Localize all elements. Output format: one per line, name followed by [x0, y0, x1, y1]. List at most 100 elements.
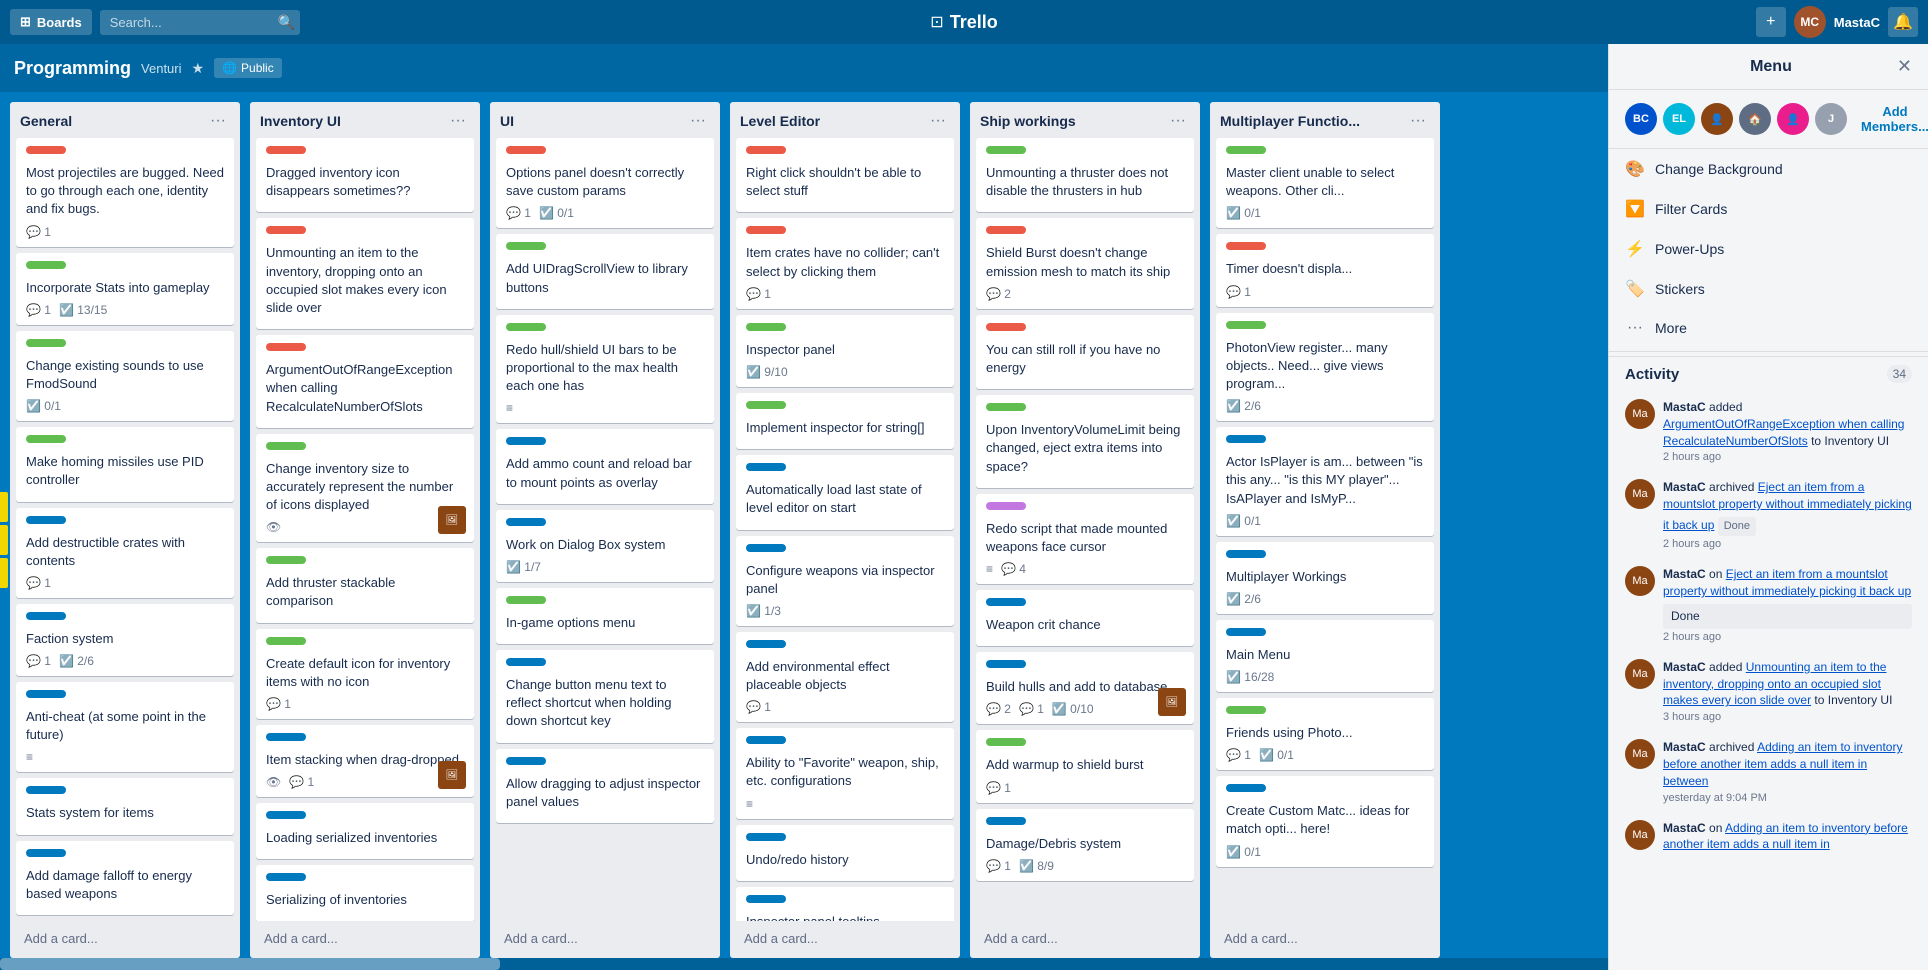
card[interactable]: Allow dragging to adjust inspector panel… — [496, 749, 714, 823]
menu-item-more[interactable]: ···More — [1609, 309, 1928, 347]
menu-item-power-ups[interactable]: ⚡Power-Ups — [1609, 229, 1928, 269]
card[interactable]: Weapon crit chance — [976, 590, 1194, 646]
activity-link[interactable]: ArgumentOutOfRangeException when calling… — [1663, 417, 1904, 448]
menu-item-change-background[interactable]: 🎨Change Background — [1609, 149, 1928, 189]
card[interactable]: Change inventory size to accurately repr… — [256, 434, 474, 543]
card[interactable]: Dragged inventory icon disappears someti… — [256, 138, 474, 212]
list-menu-button[interactable]: ··· — [926, 110, 950, 132]
add-card-button[interactable]: Add a card... — [738, 927, 952, 950]
card[interactable]: Damage/Debris system💬 1☑️ 8/9 — [976, 809, 1194, 881]
card[interactable]: Implement inspector for string[] — [736, 393, 954, 449]
card[interactable]: Work on Dialog Box system☑️ 1/7 — [496, 510, 714, 582]
member-avatar[interactable]: 🏠 — [1739, 103, 1771, 135]
card-meta: 💬 1 — [746, 287, 944, 301]
card[interactable]: Add damage falloff to energy based weapo… — [16, 841, 234, 915]
card-meta-item: ≡ — [26, 750, 33, 764]
card-text: Item stacking when drag-dropped — [266, 751, 464, 769]
card[interactable]: Anti-cheat (at some point in the future)… — [16, 682, 234, 772]
card[interactable]: Options panel doesn't correctly save cus… — [496, 138, 714, 228]
card[interactable]: Add destructible crates with contents💬 1 — [16, 508, 234, 598]
notifications-button[interactable]: 🔔 — [1888, 7, 1918, 37]
list-menu-button[interactable]: ··· — [206, 110, 230, 132]
card[interactable]: Most projectiles are bugged. Need to go … — [16, 138, 234, 247]
card[interactable]: You can still roll if you have no energy — [976, 315, 1194, 389]
card[interactable]: Change button menu text to reflect short… — [496, 650, 714, 743]
card[interactable]: Shield Burst doesn't change emission mes… — [976, 218, 1194, 308]
card[interactable]: ArgumentOutOfRangeException when calling… — [256, 335, 474, 428]
card[interactable]: Ability to "Favorite" weapon, ship, etc.… — [736, 728, 954, 818]
card[interactable]: Loading serialized inventories — [256, 803, 474, 859]
list-menu-button[interactable]: ··· — [686, 110, 710, 132]
card-meta: ☑️ 2/6 — [1226, 592, 1424, 606]
member-avatar[interactable]: J — [1815, 103, 1847, 135]
search-input[interactable] — [100, 10, 300, 35]
card[interactable]: Add thruster stackable comparison — [256, 548, 474, 622]
card[interactable]: Unmounting an item to the inventory, dro… — [256, 218, 474, 329]
card[interactable]: Add environmental effect placeable objec… — [736, 632, 954, 722]
done-badge: Done — [1718, 517, 1756, 536]
boards-button[interactable]: ⊞ Boards — [10, 9, 92, 35]
card[interactable]: Configure weapons via inspector panel☑️ … — [736, 536, 954, 626]
card[interactable]: Item crates have no collider; can't sele… — [736, 218, 954, 308]
card[interactable]: Serializing of inventories — [256, 865, 474, 921]
card[interactable]: Inspector panel☑️ 9/10 — [736, 315, 954, 387]
card[interactable]: In-game options menu — [496, 588, 714, 644]
board-scrollbar[interactable] — [0, 958, 1608, 970]
activity-item: MaMastaC added ArgumentOutOfRangeExcepti… — [1609, 391, 1928, 471]
member-avatar[interactable]: 👤 — [1701, 103, 1733, 135]
card[interactable]: Friends using Photo...💬 1☑️ 0/1 — [1216, 698, 1434, 770]
card[interactable]: Add warmup to shield burst💬 1 — [976, 730, 1194, 802]
card[interactable]: Add ammo count and reload bar to mount p… — [496, 429, 714, 503]
card-text: Anti-cheat (at some point in the future) — [26, 708, 224, 744]
card[interactable]: Main Menu☑️ 16/28 — [1216, 620, 1434, 692]
menu-item-stickers[interactable]: 🏷️Stickers — [1609, 269, 1928, 309]
star-icon[interactable]: ★ — [192, 60, 205, 77]
card-text: Upon InventoryVolumeLimit being changed,… — [986, 421, 1184, 476]
card[interactable]: Right click shouldn't be able to select … — [736, 138, 954, 212]
card[interactable]: Add UIDragScrollView to library buttons — [496, 234, 714, 308]
card[interactable]: Timer doesn't displa...💬 1 — [1216, 234, 1434, 306]
card[interactable]: Stats system for items — [16, 778, 234, 834]
card[interactable]: Inspector panel tooltips — [736, 887, 954, 921]
activity-time: 2 hours ago — [1663, 631, 1912, 643]
add-card-button[interactable]: Add a card... — [978, 927, 1192, 950]
card[interactable]: Incorporate Stats into gameplay💬 1☑️ 13/… — [16, 253, 234, 325]
add-card-button[interactable]: Add a card... — [1218, 927, 1432, 950]
card[interactable]: Actor IsPlayer is am... between "is this… — [1216, 427, 1434, 536]
activity-time: 2 hours ago — [1663, 538, 1912, 550]
card[interactable]: Upon InventoryVolumeLimit being changed,… — [976, 395, 1194, 488]
add-card-button[interactable]: Add a card... — [18, 927, 232, 950]
list-menu-button[interactable]: ··· — [1406, 110, 1430, 132]
card[interactable]: Create Custom Matc... ideas for match op… — [1216, 776, 1434, 866]
card-text: Timer doesn't displa... — [1226, 260, 1424, 278]
card-meta: 💬 1☑️ 2/6 — [26, 654, 224, 668]
list-menu-button[interactable]: ··· — [1166, 110, 1190, 132]
add-members-button[interactable]: Add Members... — [1853, 100, 1928, 138]
member-avatar[interactable]: BC — [1625, 103, 1657, 135]
close-menu-button[interactable]: ✕ — [1897, 56, 1912, 77]
member-avatar[interactable]: 👤 — [1777, 103, 1809, 135]
card[interactable]: Change existing sounds to use FmodSound☑… — [16, 331, 234, 421]
card-text: Redo hull/shield UI bars to be proportio… — [506, 341, 704, 396]
card-meta-item: ☑️ 16/28 — [1226, 670, 1274, 684]
card[interactable]: Build hulls and add to database💬 2💬 1☑️ … — [976, 652, 1194, 724]
card[interactable]: PhotonView register... many objects.. Ne… — [1216, 313, 1434, 422]
card[interactable]: Automatically load last state of level e… — [736, 455, 954, 529]
card[interactable]: Undo/redo history — [736, 825, 954, 881]
card[interactable]: Master client unable to select weapons. … — [1216, 138, 1434, 228]
add-card-button[interactable]: Add a card... — [498, 927, 712, 950]
card[interactable]: Multiplayer Workings☑️ 2/6 — [1216, 542, 1434, 614]
menu-item-filter-cards[interactable]: 🔽Filter Cards — [1609, 189, 1928, 229]
card[interactable]: Redo hull/shield UI bars to be proportio… — [496, 315, 714, 424]
add-card-button[interactable]: Add a card... — [258, 927, 472, 950]
card[interactable]: Unmounting a thruster does not disable t… — [976, 138, 1194, 212]
card[interactable]: Faction system💬 1☑️ 2/6 — [16, 604, 234, 676]
card[interactable]: Redo script that made mounted weapons fa… — [976, 494, 1194, 584]
member-avatar[interactable]: EL — [1663, 103, 1695, 135]
card[interactable]: Item stacking when drag-dropped👁 💬 1🖼 — [256, 725, 474, 797]
plus-button[interactable]: + — [1756, 7, 1786, 37]
card[interactable]: Create default icon for inventory items … — [256, 629, 474, 719]
card[interactable]: Make homing missiles use PID controller — [16, 427, 234, 501]
user-avatar[interactable]: MC — [1794, 6, 1826, 38]
list-menu-button[interactable]: ··· — [446, 110, 470, 132]
